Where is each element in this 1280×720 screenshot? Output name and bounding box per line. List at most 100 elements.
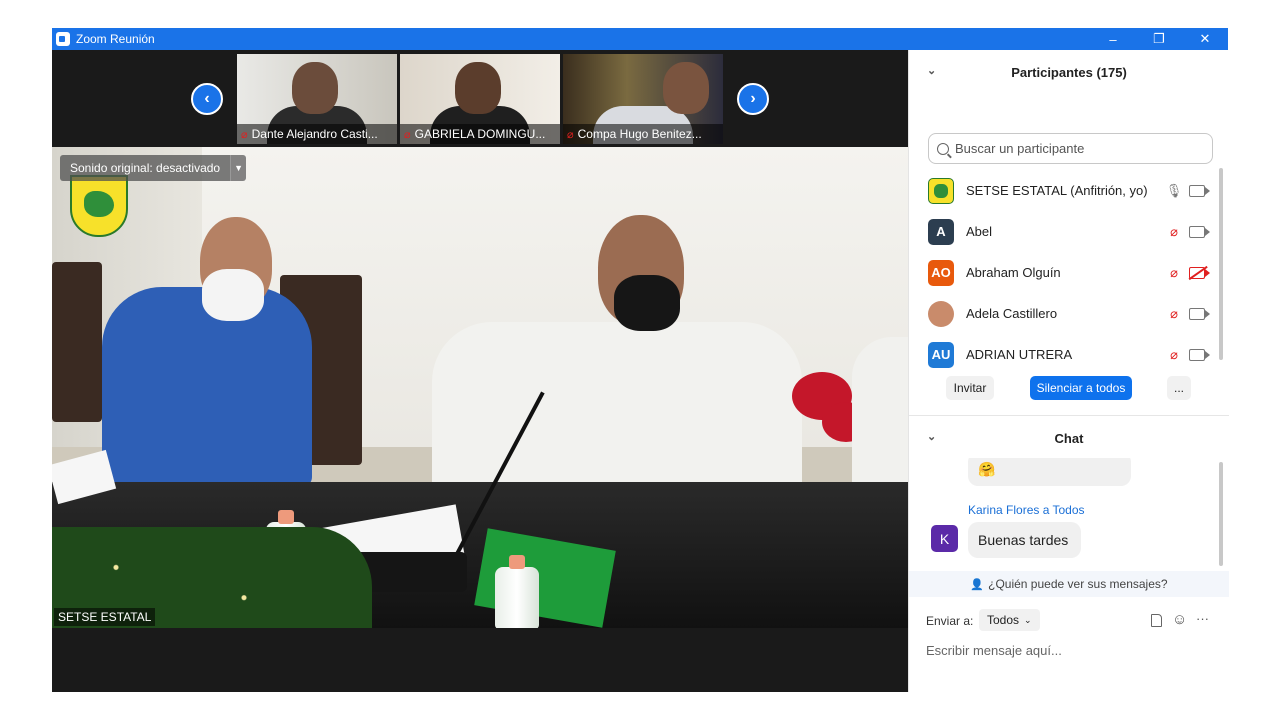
search-icon (937, 142, 949, 155)
chat-message-input[interactable] (926, 640, 1216, 660)
minimize-icon[interactable]: – (1090, 28, 1136, 50)
chat-message-bubble: Buenas tardes (968, 522, 1081, 558)
thumbnail-name: GABRIELA DOMINGU... (414, 127, 546, 141)
message-visibility-text: ¿Quién puede ver sus mensajes? (988, 577, 1168, 591)
participant-row[interactable]: AU ADRIAN UTRERA ⌀ (909, 334, 1229, 375)
participants-header: ⌄ Participantes (175) (909, 50, 1229, 94)
original-sound-toggle[interactable]: Sonido original: desactivado ▼ (60, 155, 247, 181)
emoji: 🤗 (978, 460, 996, 477)
chevron-down-icon[interactable]: ⌄ (927, 64, 936, 77)
previous-page-button[interactable]: ‹ (191, 83, 223, 115)
invite-button[interactable]: Invitar (946, 376, 994, 400)
participant-figure (663, 62, 709, 114)
microphone-muted-icon[interactable]: ⌀ (1167, 265, 1181, 281)
chat-title: Chat (1054, 430, 1084, 446)
restore-icon[interactable]: ❐ (1136, 28, 1182, 50)
window-controls: – ❐ ✕ (1090, 28, 1228, 50)
participant-thumbnail[interactable]: ⌀ Compa Hugo Benitez... (563, 54, 723, 144)
title-bar: Zoom Reunión – ❐ ✕ (52, 28, 1228, 50)
more-icon[interactable]: ··· (1196, 611, 1209, 626)
avatar: AO (928, 259, 954, 286)
video-camera-icon[interactable] (1189, 184, 1210, 197)
participant-name: Abraham Olguín (966, 265, 1061, 280)
participant-name: SETSE ESTATAL (Anfitrión, yo) (966, 183, 1148, 198)
microphone-icon[interactable]: 🎙 (1166, 183, 1183, 199)
participant-figure (455, 62, 501, 114)
mic-muted-icon: ⌀ (567, 128, 574, 141)
chevron-down-icon[interactable]: ⌄ (927, 430, 936, 443)
send-to-row: Enviar a: Todos ⌄ ☺ ··· (909, 606, 1229, 634)
participant-list: SETSE ESTATAL (Anfitrión, yo) 🎙 A Abel ⌀… (909, 170, 1229, 375)
chat-header: ⌄ Chat (909, 416, 1229, 460)
main-video[interactable]: Sonido original: desactivado ▼ SETSE EST… (52, 147, 908, 628)
face-mask (202, 269, 264, 321)
chair (52, 262, 102, 422)
participant-name: Adela Castillero (966, 306, 1058, 321)
water-bottle (495, 567, 539, 628)
microphone-muted-icon[interactable]: ⌀ (1167, 306, 1181, 322)
thumbnail-name-bar: ⌀ Compa Hugo Benitez... (563, 124, 723, 144)
chat-scrollbar[interactable] (1219, 462, 1223, 566)
chevron-down-icon: ⌄ (1024, 614, 1032, 625)
participant-thumbnail[interactable]: ⌀ Dante Alejandro Casti... (237, 54, 397, 144)
microphone-muted-icon[interactable]: ⌀ (1167, 224, 1181, 240)
participant-name: ADRIAN UTRERA (966, 347, 1073, 362)
video-camera-off-icon[interactable] (1189, 266, 1210, 279)
next-page-button[interactable]: › (737, 83, 769, 115)
close-icon[interactable]: ✕ (1182, 28, 1228, 50)
chat-message-text: Buenas tardes (978, 532, 1069, 548)
face-mask (614, 275, 680, 331)
participant-row[interactable]: AO Abraham Olguín ⌀ (909, 252, 1229, 293)
recipient-dropdown[interactable]: Todos ⌄ (979, 609, 1040, 631)
avatar: K (931, 525, 958, 552)
mic-muted-icon: ⌀ (241, 128, 248, 141)
original-sound-label[interactable]: Sonido original: desactivado (60, 155, 231, 181)
chat-messages: 🤗 Karina Flores a Todos K Buenas tardes (909, 458, 1229, 570)
video-area: ‹ ⌀ Dante Alejandro Casti... ⌀ GABRIELA … (52, 50, 908, 692)
speaker-name: SETSE ESTATAL (54, 608, 156, 626)
chevron-down-icon[interactable]: ▼ (230, 155, 247, 181)
message-visibility-link[interactable]: 👤 ¿Quién puede ver sus mensajes? (909, 571, 1229, 597)
person-icon: 👤 (970, 578, 985, 591)
mic-muted-icon: ⌀ (404, 128, 411, 141)
thumbnail-name: Dante Alejandro Casti... (251, 127, 378, 141)
microphone-muted-icon[interactable]: ⌀ (1167, 347, 1181, 363)
participant-actions: Invitar Silenciar a todos ... (909, 376, 1229, 404)
participant-name: Abel (966, 224, 993, 239)
participants-scrollbar[interactable] (1219, 168, 1223, 360)
window-title: Zoom Reunión (76, 32, 155, 46)
person-left (102, 287, 312, 487)
participant-row[interactable]: SETSE ESTATAL (Anfitrión, yo) 🎙 (909, 170, 1229, 211)
participants-title: Participantes (175) (1011, 64, 1127, 80)
participant-figure (292, 62, 338, 114)
file-icon[interactable] (1151, 614, 1162, 627)
participant-thumbnail[interactable]: ⌀ GABRIELA DOMINGU... (400, 54, 560, 144)
chevron-left-icon: ‹ (204, 90, 210, 107)
zoom-app-icon (56, 32, 70, 46)
mute-all-button[interactable]: Silenciar a todos (1030, 376, 1132, 400)
send-to-label: Enviar a: (926, 614, 974, 628)
recipient-value: Todos (987, 613, 1020, 627)
participant-row[interactable]: Adela Castillero ⌀ (909, 293, 1229, 334)
avatar: A (928, 218, 954, 245)
participant-row[interactable]: A Abel ⌀ (909, 211, 1229, 252)
avatar (928, 177, 954, 204)
thumbnail-name-bar: ⌀ Dante Alejandro Casti... (237, 124, 397, 144)
avatar: AU (928, 341, 954, 368)
search-input[interactable] (955, 141, 1195, 156)
video-camera-icon[interactable] (1189, 225, 1210, 238)
thumbnail-name-bar: ⌀ GABRIELA DOMINGU... (400, 124, 560, 144)
video-camera-icon[interactable] (1189, 307, 1210, 320)
video-camera-icon[interactable] (1189, 348, 1210, 361)
thumbnail-name: Compa Hugo Benitez... (577, 127, 702, 141)
chat-sender: Karina Flores a Todos (968, 503, 1085, 517)
organization-logo (70, 175, 128, 237)
thumbnail-strip: ‹ ⌀ Dante Alejandro Casti... ⌀ GABRIELA … (52, 50, 908, 146)
chat-message-bubble: 🤗 (968, 458, 1131, 486)
participant-search[interactable] (928, 133, 1213, 164)
chevron-right-icon: › (750, 90, 756, 107)
emoji-icon[interactable]: ☺ (1172, 611, 1187, 628)
zoom-window: Zoom Reunión – ❐ ✕ ‹ ⌀ Dante Alejandro C… (52, 28, 1229, 692)
more-options-button[interactable]: ... (1167, 376, 1191, 400)
avatar (928, 300, 954, 327)
